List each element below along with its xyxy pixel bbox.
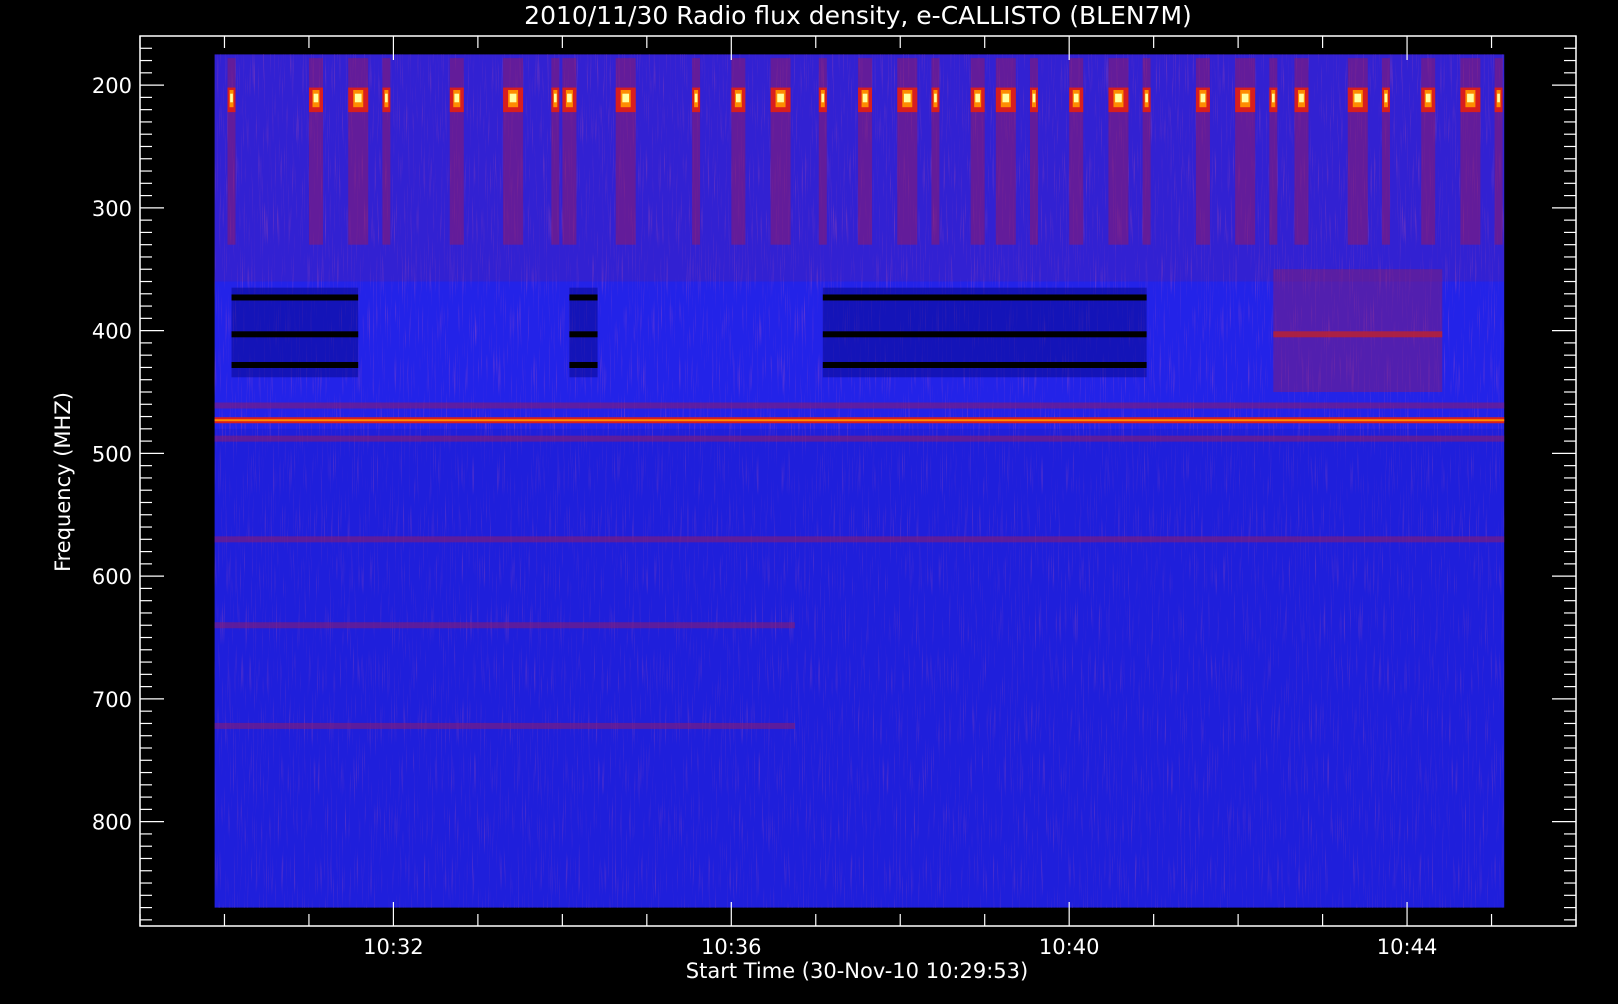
- burst-core: [1497, 93, 1500, 103]
- weak-line: [214, 722, 795, 729]
- chart-title: 2010/11/30 Radio flux density, e-CALLIST…: [524, 1, 1192, 30]
- x-tick-label: 10:36: [701, 935, 762, 959]
- burst-core: [1200, 93, 1206, 103]
- burst-column: [551, 58, 560, 245]
- burst-core: [934, 93, 937, 103]
- burst-core: [694, 93, 698, 103]
- y-tick-label: 500: [92, 442, 132, 466]
- burst-column: [1269, 58, 1278, 245]
- burst-core: [736, 93, 741, 103]
- dark-band-line: [231, 361, 359, 368]
- burst-core: [1354, 93, 1362, 103]
- burst-core: [553, 93, 557, 103]
- dark-band-line: [822, 361, 1147, 368]
- burst-column: [1347, 58, 1368, 245]
- red-patch: [1273, 269, 1443, 392]
- plot-area: [214, 54, 1505, 908]
- dark-band-line: [569, 331, 598, 338]
- y-tick-label: 200: [92, 74, 132, 98]
- dark-band-line: [822, 331, 1147, 338]
- burst-core: [975, 93, 980, 103]
- y-tick-label: 700: [92, 688, 132, 712]
- burst-core: [230, 93, 233, 103]
- burst-core: [1115, 93, 1122, 103]
- burst-core: [1002, 93, 1010, 103]
- burst-column: [1381, 58, 1390, 245]
- y-axis-label: Frequency (MHZ): [51, 392, 75, 572]
- weak-line: [214, 435, 1505, 442]
- dark-band-line: [822, 294, 1147, 301]
- burst-core: [1145, 93, 1148, 103]
- burst-core: [1384, 93, 1388, 103]
- burst-column: [731, 58, 746, 245]
- burst-core: [454, 93, 460, 103]
- burst-column: [970, 58, 985, 245]
- burst-column: [858, 58, 873, 245]
- x-tick-label: 10:40: [1039, 935, 1100, 959]
- lower-band-shade: [214, 428, 1505, 908]
- burst-column: [449, 58, 464, 245]
- weak-line: [214, 536, 1505, 543]
- burst-core: [1467, 93, 1474, 103]
- x-tick-label: 10:44: [1377, 935, 1438, 959]
- burst-core: [1032, 93, 1036, 103]
- y-tick-label: 400: [92, 320, 132, 344]
- dark-band-line: [231, 294, 359, 301]
- burst-column: [1108, 58, 1129, 245]
- burst-core: [1241, 93, 1249, 103]
- burst-core: [1425, 93, 1431, 103]
- burst-core: [567, 93, 572, 103]
- burst-column: [1494, 58, 1503, 245]
- burst-core: [777, 93, 784, 103]
- burst-core: [1271, 93, 1275, 103]
- burst-column: [615, 58, 636, 245]
- dark-band-line: [569, 294, 598, 301]
- burst-column: [562, 58, 577, 245]
- burst-column: [227, 58, 236, 245]
- burst-column: [308, 58, 323, 245]
- burst-column: [1029, 58, 1038, 245]
- burst-column: [1069, 58, 1084, 245]
- burst-column: [503, 58, 524, 245]
- burst-column: [818, 58, 827, 245]
- burst-column: [1294, 58, 1309, 245]
- burst-column: [931, 58, 940, 245]
- burst-core: [903, 93, 911, 103]
- dark-band-line: [569, 361, 598, 368]
- weak-line: [214, 402, 1505, 409]
- red-patch-line: [1273, 331, 1443, 338]
- burst-column: [1421, 58, 1436, 245]
- y-tick-label: 600: [92, 565, 132, 589]
- burst-column: [382, 58, 391, 245]
- dark-band-line: [231, 331, 359, 338]
- burst-column: [692, 58, 701, 245]
- interference-line-core: [214, 419, 1505, 422]
- weak-line: [214, 622, 795, 629]
- burst-core: [385, 93, 388, 103]
- burst-column: [1460, 58, 1481, 245]
- burst-core: [313, 93, 319, 103]
- y-tick-label: 300: [92, 197, 132, 221]
- burst-column: [897, 58, 918, 245]
- burst-column: [1235, 58, 1256, 245]
- burst-core: [509, 93, 517, 103]
- burst-column: [348, 58, 369, 245]
- spectrogram-svg: 2010/11/30 Radio flux density, e-CALLIST…: [51, 1, 1577, 983]
- burst-core: [354, 93, 362, 103]
- burst-column: [770, 58, 791, 245]
- burst-column: [995, 58, 1016, 245]
- y-tick-label: 800: [92, 811, 132, 835]
- burst-core: [622, 93, 630, 103]
- burst-core: [1299, 93, 1304, 103]
- burst-column: [1195, 58, 1210, 245]
- burst-column: [1142, 58, 1151, 245]
- spectrogram-chart: 2010/11/30 Radio flux density, e-CALLIST…: [0, 0, 1618, 1000]
- burst-core: [862, 93, 868, 103]
- burst-core: [1073, 93, 1079, 103]
- x-tick-label: 10:32: [363, 935, 424, 959]
- burst-core: [821, 93, 825, 103]
- x-axis-label: Start Time (30-Nov-10 10:29:53): [686, 959, 1028, 983]
